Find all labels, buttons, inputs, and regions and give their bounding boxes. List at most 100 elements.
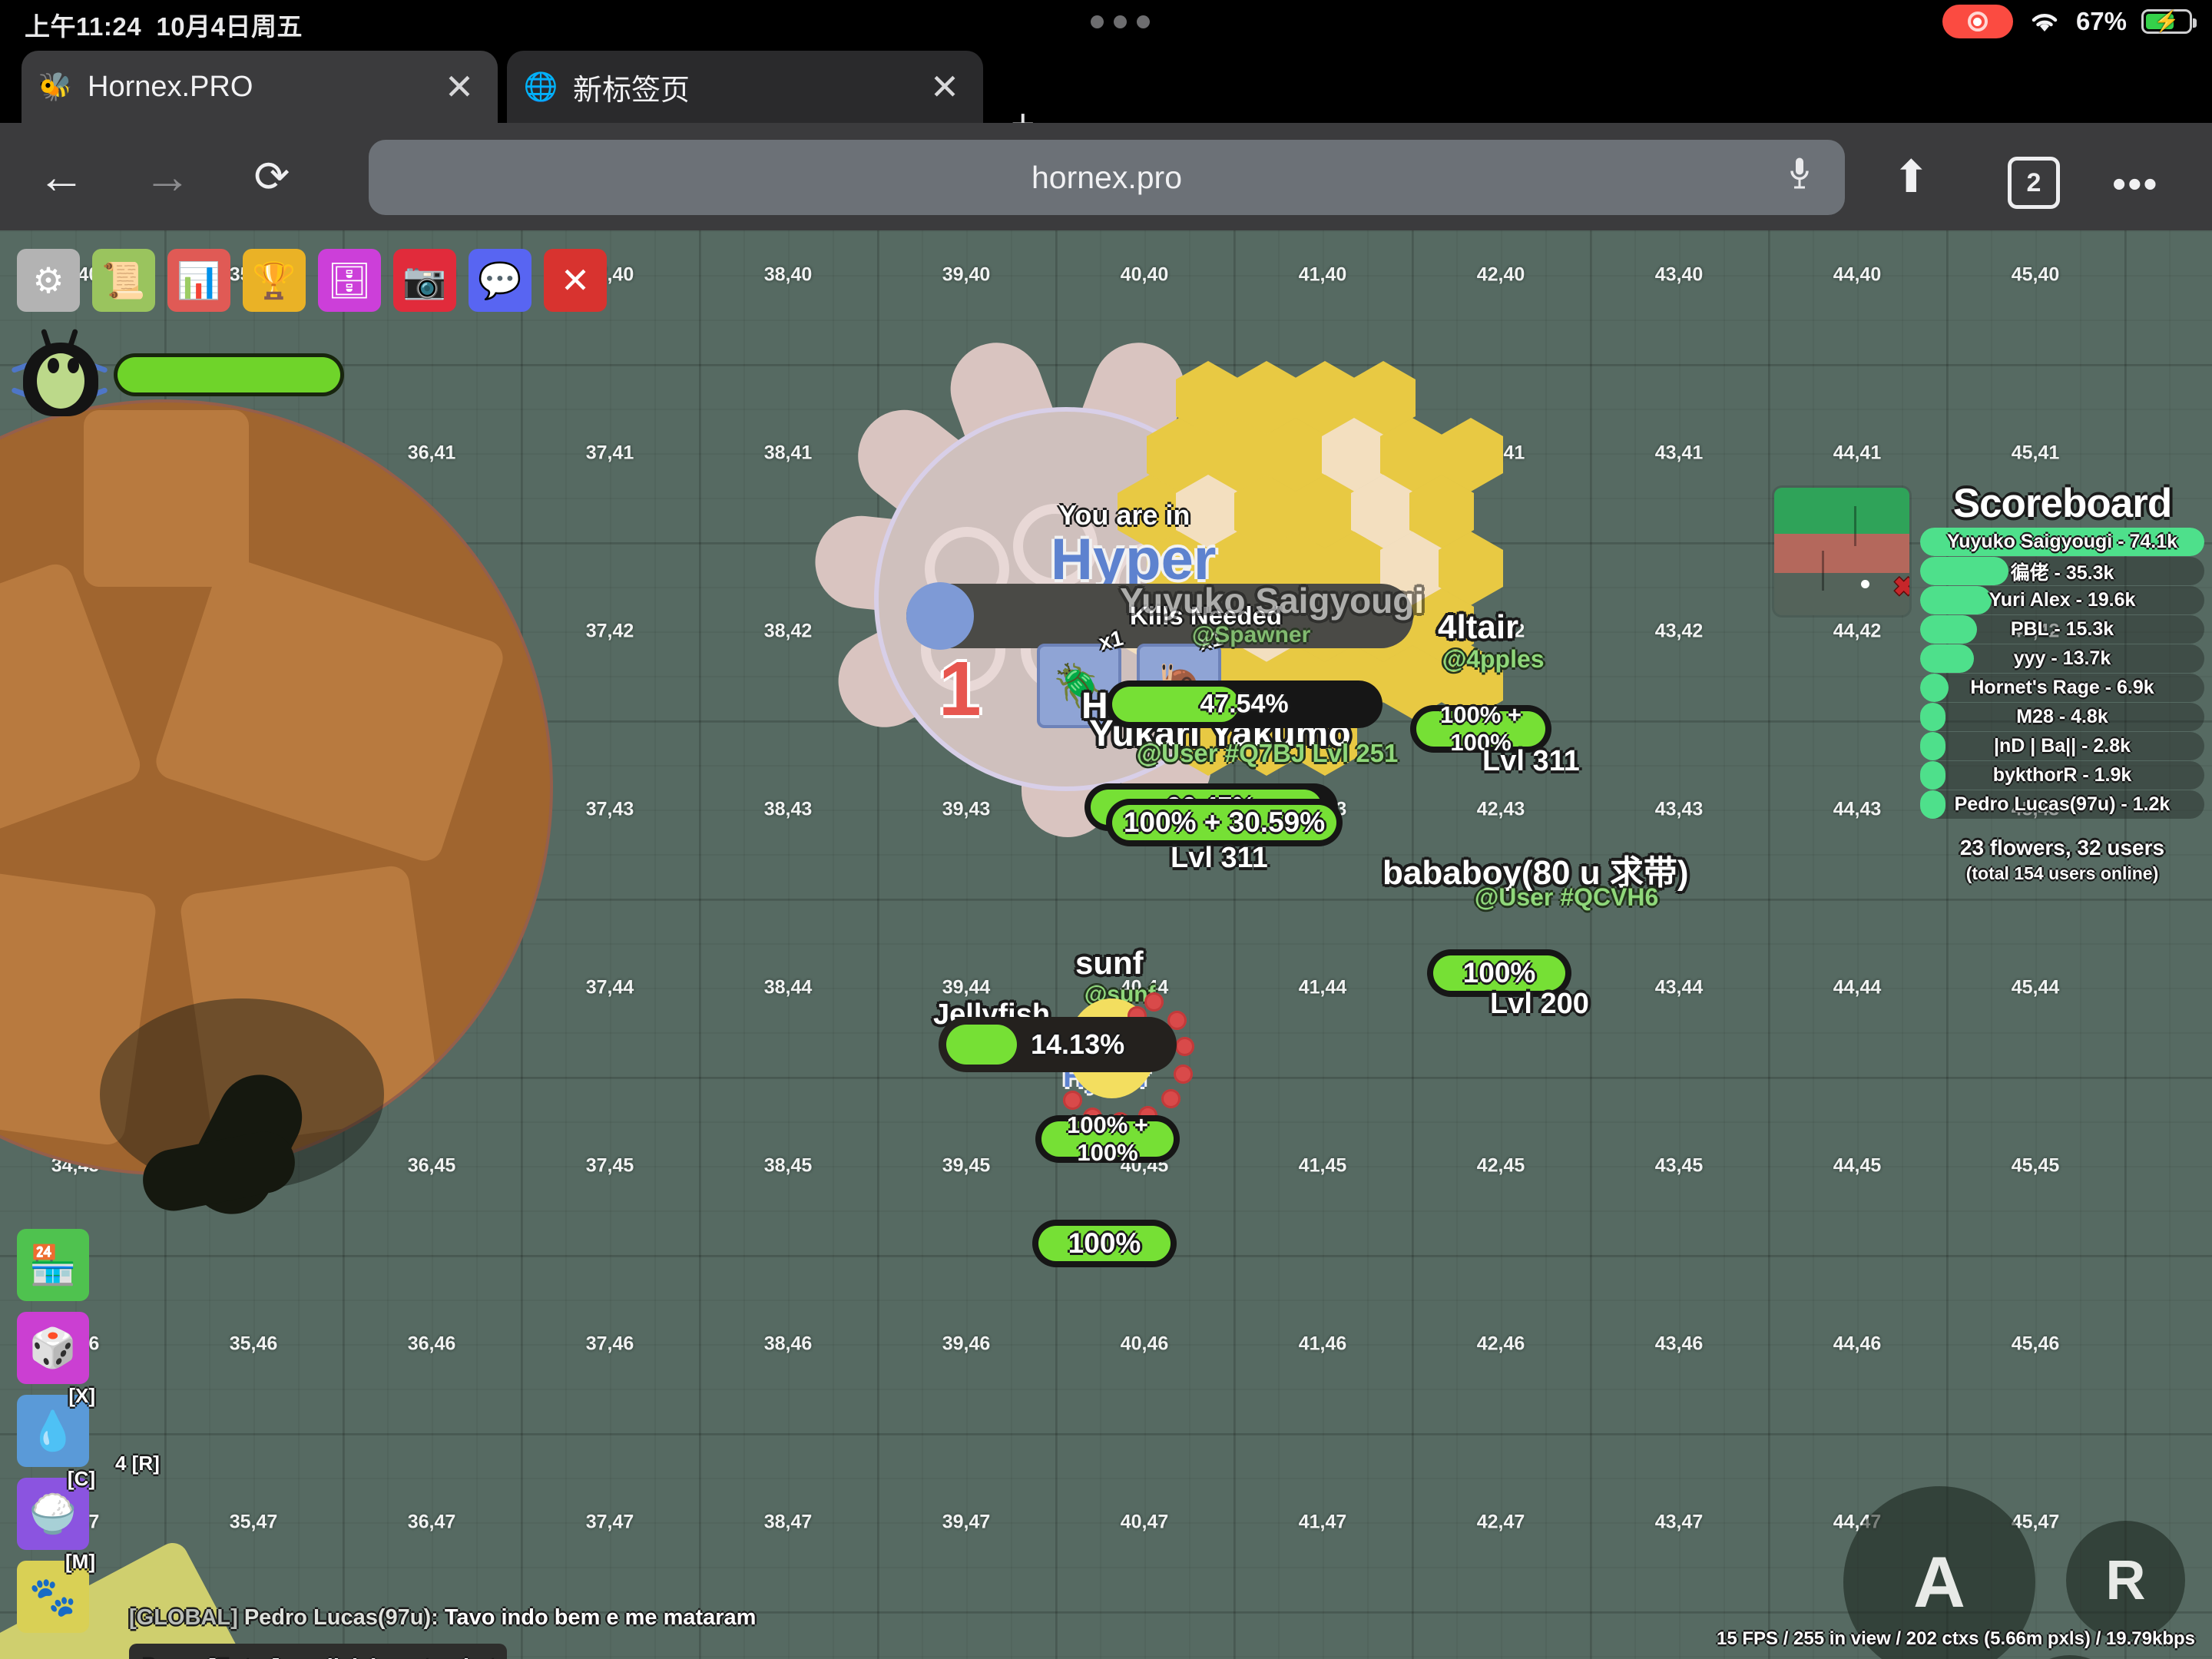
shop-button[interactable]: 🏪 [17,1229,89,1301]
tab-close-icon[interactable]: ✕ [438,69,481,104]
forward-arrow-icon[interactable]: → [143,151,192,204]
pets-icon: 🐾 [28,1575,78,1618]
grid-coordinate: 43,46 [1654,1333,1704,1355]
chat-author: Pedro Lucas(97u): [243,1605,439,1630]
grid-coordinate: 43,47 [1654,1511,1704,1533]
minimap-death-marker: ✖ [1893,572,1909,601]
tab-new-tab-page[interactable]: 🌐 新标签页 ✕ [507,51,983,123]
grid-coordinate: 41,40 [1298,263,1347,286]
grid-coordinate: 38,43 [763,798,813,820]
grid-coordinate: 37,44 [585,976,634,998]
grid-coordinate: 42,45 [1476,1154,1525,1177]
grid-coordinate: 40,46 [1120,1333,1169,1355]
hp-pill-jellyfish: 14.13% [939,1017,1177,1072]
scoreboard-row-label: Pedro Lucas(97u) - 1.2k [1954,793,2171,815]
grid-coordinate: 44,46 [1833,1333,1882,1355]
scoreboard-row: Yuri Alex - 19.6k [1920,586,2204,614]
scoreboard-row: yyy - 13.7k [1920,644,2204,673]
discord-icon[interactable]: 💬 [469,249,531,312]
minimap[interactable]: ✖ [1774,488,1909,615]
game-viewport[interactable]: 34,4035,4036,4037,4038,4039,4040,4041,40… [0,230,2212,1659]
scoreboard-row: 徧佬 - 35.3k [1920,557,2204,585]
ios-status-bar: 上午11:24 10月4日周五 67% ⚡ [0,0,2212,43]
scoreboard-row-label: bykthorR - 1.9k [1992,764,2132,786]
tab-count-button[interactable]: 2 [2008,157,2060,209]
more-menu-icon[interactable]: ••• [2112,164,2159,204]
wifi-icon [2032,14,2058,31]
changelog-icon[interactable]: 📜 [92,249,155,312]
multitasking-dots-icon[interactable] [1091,11,1151,32]
instagram-icon[interactable]: 📷 [393,249,456,312]
grid-coordinate: 43,41 [1654,442,1704,464]
rotate-key-hint: 4 [R] [115,1452,160,1475]
status-right-cluster: 67% ⚡ [1942,3,2197,40]
grid-coordinate: 43,44 [1654,976,1704,998]
pets-button[interactable]: 🐾 [M] [17,1550,95,1633]
player-avatar [11,328,108,418]
scoreboard-row-label: M28 - 4.8k [2016,706,2108,727]
minimap-player-dot [1860,579,1869,588]
grid-coordinate: 40,40 [1120,263,1169,286]
close-icon[interactable]: ✕ [544,249,607,312]
settings-icon[interactable]: ⚙ [17,249,80,312]
grid-coordinate: 39,47 [942,1511,991,1533]
grid-coordinate: 41,46 [1298,1333,1347,1355]
share-icon[interactable]: ⬆ [1892,151,1930,203]
grid-coordinate: 38,47 [763,1511,813,1533]
left-action-buttons: 🏪 🎲 💧 [X] 🍚 [C] 🐾 [M] [17,1229,95,1633]
status-date: 10月4日周五 [156,12,303,41]
microphone-icon[interactable] [1788,156,1811,200]
craft-button[interactable]: 🎲 [17,1312,89,1384]
scoreboard-row-label: Hornet's Rage - 6.9k [1970,677,2154,698]
scoreboard-row-label: yyy - 13.7k [2013,647,2111,669]
grid-coordinate: 36,41 [407,442,456,464]
grid-coordinate: 37,45 [585,1154,634,1177]
hp-pill-sunf: 100% + 100% [1035,1111,1180,1166]
grid-coordinate: 36,45 [407,1154,456,1177]
grid-coordinate: 45,40 [2011,263,2060,286]
loot-bag-button[interactable]: 💧 [X] [17,1384,95,1467]
food-bowl-button[interactable]: 🍚 [C] [17,1467,95,1550]
scoreboard-row: |nD | Ba|| - 2.8k [1920,732,2204,760]
tab-title: 新标签页 [573,74,690,107]
player-level-bababoy: Lvl 200 [1490,988,1589,1020]
inventory-icon[interactable]: 🗄 [318,249,381,312]
craft-icon: 🎲 [28,1326,78,1369]
tab-close-icon[interactable]: ✕ [923,69,966,104]
scoreboard-row-label: Yuri Alex - 19.6k [1988,589,2136,611]
back-arrow-icon[interactable]: ← [37,151,86,204]
scoreboard-footer-flowers: 23 flowers, 32 users [1959,836,2165,859]
scoreboard-title: Scoreboard [1952,481,2173,526]
grid-coordinate: 37,42 [585,620,634,642]
address-bar[interactable]: hornex.pro [369,140,1845,215]
status-time-date: 上午11:24 10月4日周五 [25,6,303,43]
scoreboard-row-label: 徧佬 - 35.3k [2010,561,2114,584]
grid-coordinate: 35,47 [229,1511,278,1533]
address-bar-url: hornex.pro [1031,159,1182,195]
chat-message-line: [GLOBAL] Pedro Lucas(97u): Tavo indo bem… [129,1605,756,1631]
fps-status-line: 15 FPS / 255 in view / 202 ctxs (5.66m p… [1716,1628,2195,1649]
grid-coordinate: 37,43 [585,798,634,820]
player-level-yukari: Lvl 311 [1171,842,1268,874]
grid-coordinate: 44,43 [1833,798,1882,820]
grid-coordinate: 43,45 [1654,1154,1704,1177]
tab-hornex-pro[interactable]: 🐝 Hornex.PRO ✕ [22,51,498,123]
grid-coordinate: 39,45 [942,1154,991,1177]
rotate-button[interactable]: R [2066,1521,2185,1640]
scoreboard-row-label: PBL - 15.3k [2010,618,2114,640]
grid-coordinate: 43,42 [1654,620,1704,642]
grid-coordinate: 37,41 [585,442,634,464]
achievements-icon[interactable]: 🏆 [243,249,306,312]
reload-icon[interactable]: ⟳ [247,152,296,201]
grid-coordinate: 35,46 [229,1333,278,1355]
grid-coordinate: 44,40 [1833,263,1882,286]
grid-coordinate: 39,44 [942,976,991,998]
grid-coordinate: 45,45 [2011,1154,2060,1177]
grid-coordinate: 43,40 [1654,263,1704,286]
grid-coordinate: 37,46 [585,1333,634,1355]
chat-input[interactable]: Press [Enter] or click here to chat [129,1644,507,1659]
kills-bar-knob [906,582,974,650]
grid-coordinate: 38,41 [763,442,813,464]
stats-icon[interactable]: 📊 [167,249,230,312]
screen-record-icon [1942,5,2013,38]
